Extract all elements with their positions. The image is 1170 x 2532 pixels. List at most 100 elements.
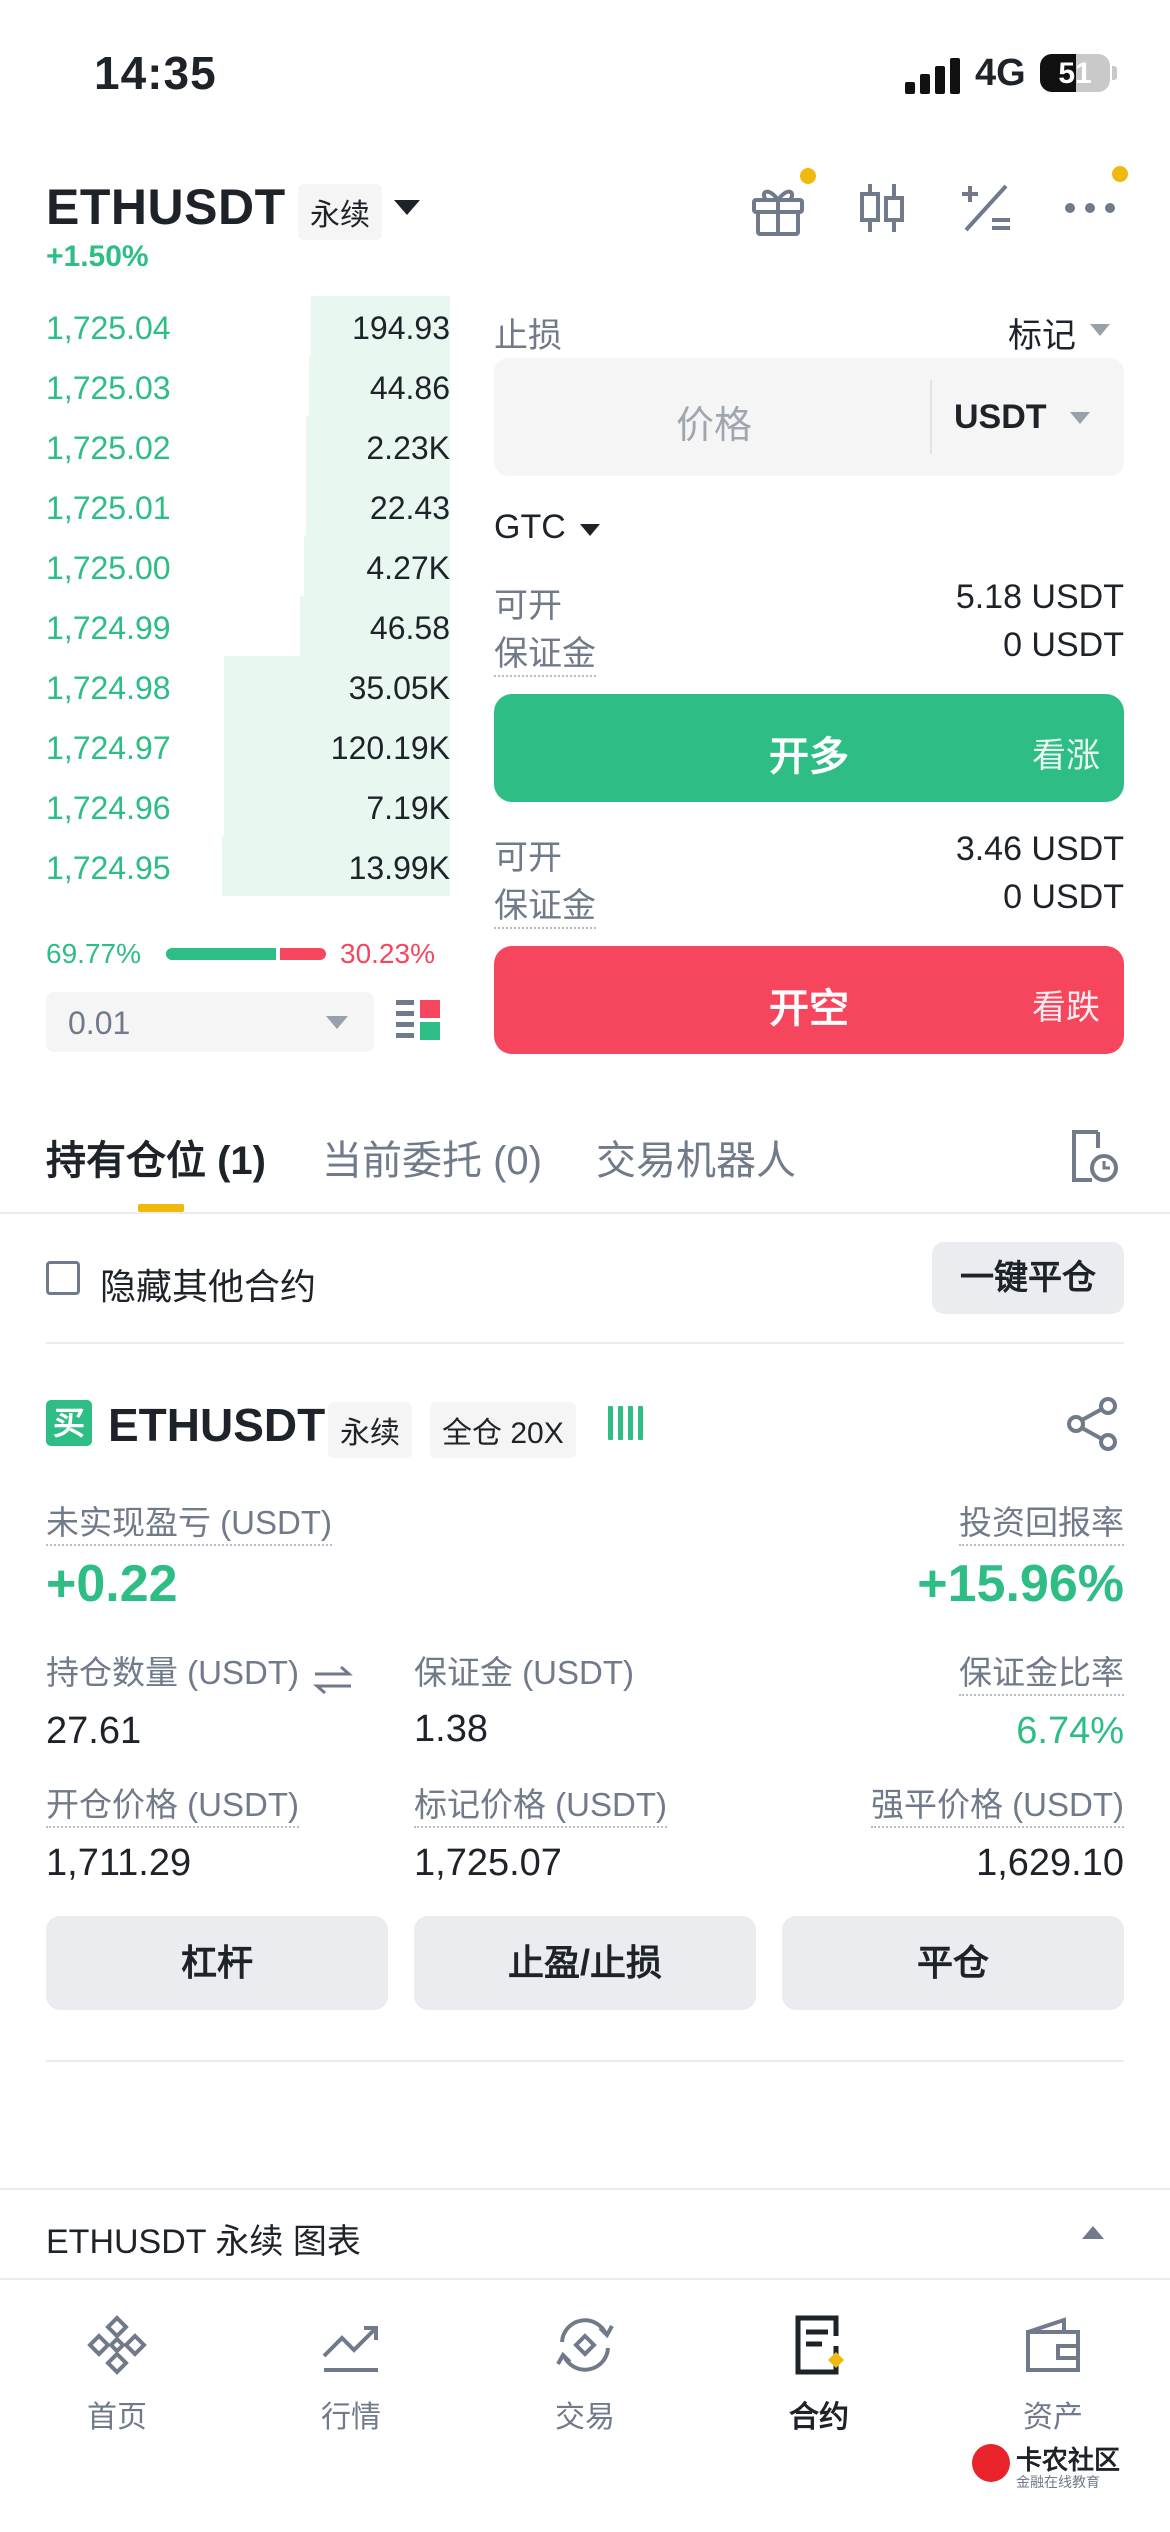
nav-futures[interactable]: 合约 [702,2300,936,2436]
orderbook-qty: 120.19K [330,730,450,766]
swap-icon[interactable] [313,1664,354,1696]
open-short-button[interactable]: 开空 看跌 [494,946,1124,1054]
tab-positions[interactable]: 持有仓位 (1) [46,1128,266,1186]
perpetual-tag: 永续 [328,1402,412,1458]
open-long-button[interactable]: 开多 看涨 [494,694,1124,802]
orderbook-row[interactable]: 1,725.01 22.43 [46,476,450,536]
orderbook-price: 1,724.99 [46,610,171,646]
order-history-icon[interactable] [1068,1126,1120,1186]
orderbook-row[interactable]: 1,724.96 7.19K [46,776,450,836]
orderbook-row[interactable]: 1,724.98 35.05K [46,656,450,716]
orderbook-price: 1,725.03 [46,370,171,406]
calculator-icon[interactable] [956,178,1016,238]
order-book: 1,725.04 194.93 1,725.03 44.86 1,725.02 2.23K… [46,296,450,896]
nav-home[interactable]: 首页 [0,2300,234,2436]
sell-ratio: 30.23% [340,938,435,969]
orderbook-qty: 13.99K [348,850,450,886]
network-type: 4G [975,52,1026,94]
home-icon [87,2315,147,2375]
price-change: +1.50% [46,240,149,273]
orderbook-qty: 35.05K [348,670,450,706]
mark-price-value: 1,725.07 [414,1842,562,1884]
orderbook-row[interactable]: 1,725.04 194.93 [46,296,450,356]
position-size: 持仓数量 (USDT) 27.61 [46,1646,354,1753]
order-type-label[interactable]: 止损 [494,308,562,357]
markets-icon [322,2326,378,2372]
symbol-dropdown-icon[interactable] [394,200,420,215]
long-margin-row: 保证金 0 USDT [494,626,1124,677]
battery-level: 51 [1058,57,1092,90]
candlestick-icon[interactable] [852,178,912,238]
orderbook-row[interactable]: 1,724.97 120.19K [46,716,450,776]
position-symbol[interactable]: ETHUSDT [108,1398,325,1452]
watermark-logo: 卡农社区 金融在线教育 [972,2436,1142,2506]
chevron-down-icon [580,524,600,536]
adl-indicator-icon [608,1406,648,1442]
orderbook-qty: 4.27K [366,550,450,586]
orderbook-layout-icon[interactable] [396,998,442,1044]
orderbook-price: 1,724.96 [46,790,171,826]
price-unit-select[interactable]: USDT [954,398,1047,437]
price-input[interactable]: 价格 USDT [494,358,1124,476]
orderbook-price: 1,724.98 [46,670,171,706]
entry-price-value: 1,711.29 [46,1842,192,1884]
tp-sl-button[interactable]: 止盈/止损 [414,1916,756,2010]
hide-others-label[interactable]: 隐藏其他合约 [100,1258,316,1310]
more-icon[interactable] [1060,178,1120,238]
status-bar: 14:35 4G 51 [0,0,1170,150]
orderbook-row[interactable]: 1,725.03 44.86 [46,356,450,416]
margin-ratio-value: 6.74% [1016,1710,1124,1752]
liquidation-price: 强平价格 (USDT) 1,629.10 [871,1778,1124,1885]
symbol-title[interactable]: ETHUSDT [46,178,286,236]
nav-trade[interactable]: 交易 [468,2300,702,2436]
time-in-force-select[interactable]: GTC [494,508,566,547]
orderbook-qty: 194.93 [352,310,450,346]
orderbook-row[interactable]: 1,724.99 46.58 [46,596,450,656]
chart-bar-label: ETHUSDT 永续 图表 [46,2223,361,2261]
buy-ratio: 69.77% [46,938,141,969]
orderbook-row[interactable]: 1,724.95 13.99K [46,836,450,896]
orderbook-qty: 7.19K [366,790,450,826]
tab-trading-bots[interactable]: 交易机器人 [596,1128,796,1186]
chart-toggle-bar[interactable]: ETHUSDT 永续 图表 [0,2188,1170,2278]
precision-select[interactable]: 0.01 [46,992,374,1052]
unrealized-pnl: 未实现盈亏 (USDT) +0.22 [46,1496,332,1614]
trade-icon [556,2318,614,2372]
gift-icon[interactable] [748,178,808,238]
orderbook-qty: 44.86 [369,370,450,406]
orderbook-row[interactable]: 1,725.00 4.27K [46,536,450,596]
signal-icon [905,58,961,94]
share-icon[interactable] [1064,1396,1120,1452]
status-time: 14:35 [94,47,217,99]
leverage-button[interactable]: 杠杆 [46,1916,388,2010]
orderbook-qty: 2.23K [366,430,450,466]
leverage-tag: 全仓 20X [430,1402,576,1458]
trigger-type-select[interactable]: 标记 [1008,308,1076,357]
close-position-button[interactable]: 平仓 [782,1916,1124,2010]
position-size-value: 27.61 [46,1709,142,1752]
chevron-down-icon [1070,412,1090,424]
long-margin-value: 0 USDT [1003,626,1124,664]
notification-dot [1112,166,1128,182]
orderbook-price: 1,725.01 [46,490,171,526]
orderbook-price: 1,724.95 [46,850,171,886]
notification-dot [800,168,816,184]
short-margin-value: 0 USDT [1003,878,1124,916]
tab-open-orders[interactable]: 当前委托 (0) [322,1128,542,1186]
orderbook-qty: 22.43 [369,490,450,526]
roe-value: +15.96% [917,1555,1124,1613]
active-tab-indicator [138,1204,184,1212]
price-placeholder: 价格 [675,405,752,447]
hide-others-checkbox[interactable] [46,1261,80,1295]
close-all-button[interactable]: 一键平仓 [932,1242,1124,1314]
chevron-down-icon [1090,324,1110,336]
roe: 投资回报率 +15.96% [917,1496,1124,1614]
orderbook-qty: 46.58 [369,610,450,646]
nav-markets[interactable]: 行情 [234,2300,468,2436]
perpetual-tag: 永续 [298,184,382,240]
orderbook-row[interactable]: 1,725.02 2.23K [46,416,450,476]
long-available-row: 可开 5.18 USDT [494,578,1124,625]
nav-assets[interactable]: 资产 [936,2300,1170,2436]
futures-icon [795,2315,844,2375]
short-available-value: 3.46 USDT [955,830,1124,868]
